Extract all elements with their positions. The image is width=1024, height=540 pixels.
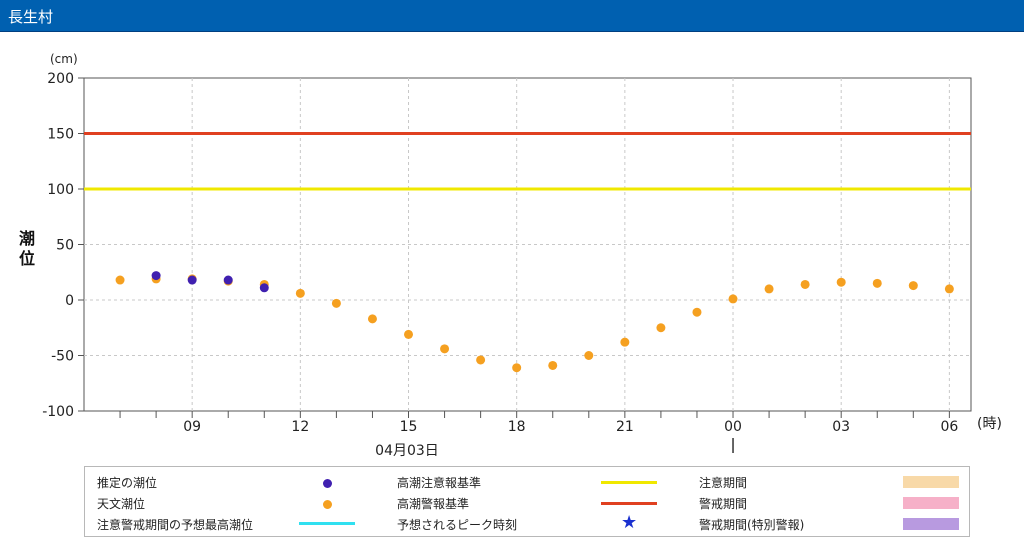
- legend-swatch-warning-period: [903, 497, 959, 509]
- y-tick-label: 0: [65, 293, 74, 309]
- legend-label-astronomical: 天文潮位: [97, 497, 146, 511]
- legend-label-advisory-period: 注意期間: [699, 476, 748, 490]
- x-tick-label: 06: [940, 419, 958, 435]
- astronomical-tide-point: [728, 294, 738, 304]
- astronomical-tide-point: [440, 344, 450, 354]
- y-tick-label: 200: [47, 71, 74, 87]
- legend-label-forecast-max: 注意警戒期間の予想最高潮位: [97, 518, 254, 532]
- astronomical-tide-point: [692, 307, 702, 317]
- tide-chart: -100 -50 0 50 100 150 200 09 12 15 18 21 00 03 06 (cm) (…: [19, 52, 1002, 459]
- legend-line-warning-standard: [601, 502, 657, 505]
- star-icon: ★: [621, 512, 638, 533]
- date-label: 04月03日: [375, 443, 439, 459]
- x-tick-label: 21: [616, 419, 634, 435]
- x-tick-label: 03: [832, 419, 850, 435]
- legend-swatch-special-warning-period: [903, 518, 959, 530]
- legend-line-forecast-max: [299, 522, 355, 525]
- x-tick-label: 00: [724, 419, 742, 435]
- astronomical-tide-point: [656, 323, 666, 333]
- astronomical-tide-point: [548, 360, 558, 370]
- y-axis-title-char: 潮: [19, 229, 35, 248]
- legend-marker-estimated: [323, 479, 332, 488]
- y-tick-label: -100: [42, 404, 74, 420]
- y-tick-label: -50: [51, 349, 74, 365]
- x-tick-label: 09: [183, 419, 201, 435]
- estimated-tide-point: [151, 271, 161, 281]
- chart-legend: 推定の潮位 天文潮位 注意警戒期間の予想最高潮位 高潮注意報基準 高潮警報基準 …: [84, 466, 970, 537]
- estimated-tide-point: [223, 275, 233, 285]
- astronomical-tide-point: [115, 275, 125, 285]
- estimated-tide-point: [259, 283, 269, 293]
- astronomical-tide-point: [620, 337, 630, 347]
- x-tick-label: 12: [291, 419, 309, 435]
- y-tick-label: 150: [47, 127, 74, 143]
- astronomical-tide-point: [476, 355, 486, 365]
- estimated-tide-point: [187, 275, 197, 285]
- astronomical-tide-point: [295, 288, 305, 298]
- y-tick-label: 100: [47, 182, 74, 198]
- legend-line-advisory-standard: [601, 481, 657, 484]
- legend-swatch-advisory-period: [903, 476, 959, 488]
- astronomical-tide-point: [836, 277, 846, 287]
- page-header: 長生村: [0, 0, 1024, 32]
- astronomical-tide-point: [944, 284, 954, 294]
- legend-marker-astronomical: [323, 500, 332, 509]
- y-unit-label: (cm): [50, 52, 78, 66]
- y-tick-label: 50: [56, 238, 74, 254]
- astronomical-tide-point: [404, 329, 414, 339]
- legend-label-warning-period: 警戒期間: [699, 497, 748, 511]
- legend-label-warning-standard: 高潮警報基準: [397, 497, 470, 511]
- legend-label-peak-time: 予想されるピーク時刻: [397, 518, 518, 532]
- legend-label-special-warning-period: 警戒期間(特別警報): [699, 518, 805, 532]
- astronomical-tide-point: [800, 279, 810, 289]
- x-tick-label: 15: [400, 419, 418, 435]
- astronomical-tide-point: [764, 284, 774, 294]
- x-unit-label: (時): [977, 416, 1002, 432]
- legend-label-estimated: 推定の潮位: [97, 476, 158, 490]
- astronomical-tide-point: [908, 281, 918, 291]
- astronomical-tide-point: [367, 314, 377, 324]
- astronomical-tide-point: [872, 278, 882, 288]
- location-title: 長生村: [8, 8, 54, 26]
- x-tick-label: 18: [508, 419, 526, 435]
- y-axis-title-char: 位: [19, 249, 35, 268]
- astronomical-tide-point: [331, 298, 341, 308]
- legend-label-advisory-standard: 高潮注意報基準: [397, 476, 482, 490]
- astronomical-tide-point: [512, 363, 522, 373]
- astronomical-tide-point: [584, 351, 594, 360]
